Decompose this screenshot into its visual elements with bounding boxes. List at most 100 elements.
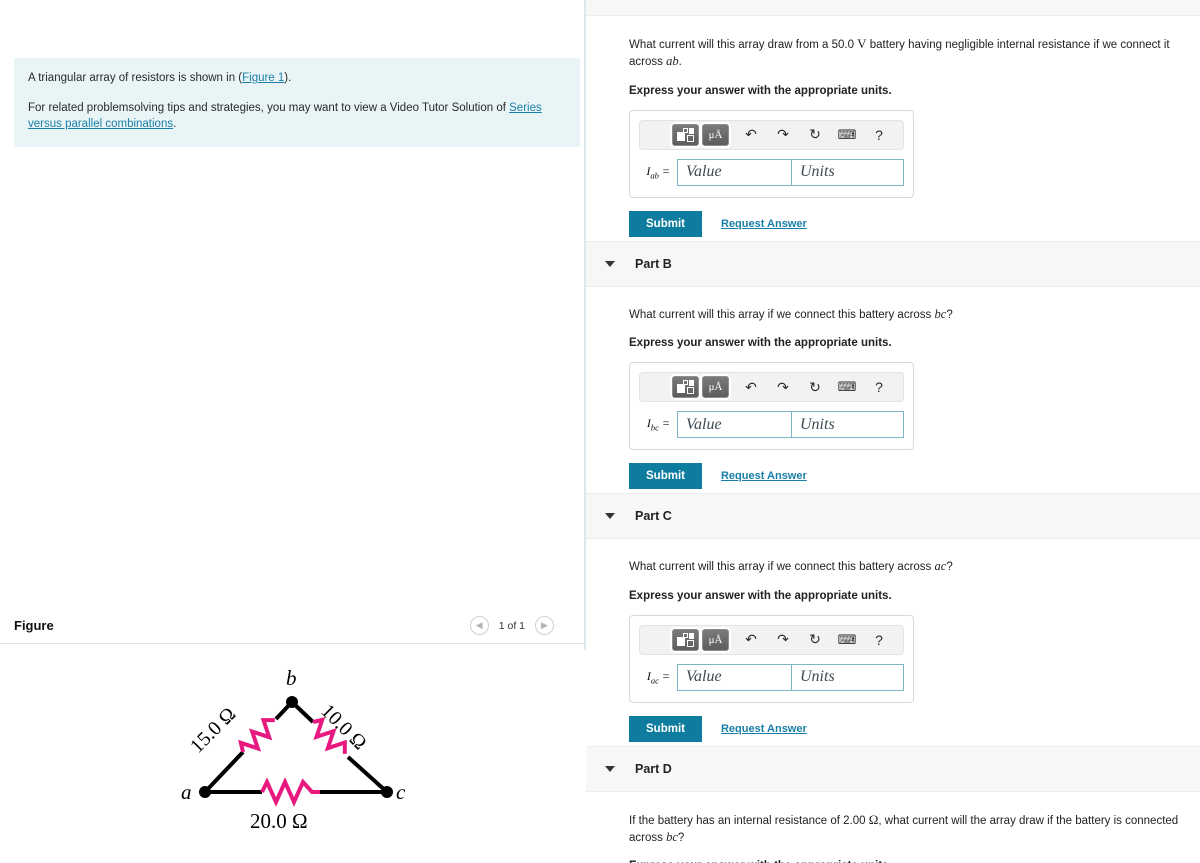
caret-down-icon[interactable]	[605, 765, 615, 772]
answer-box-b: μÅ ↶ ↷ ↻ ⌨? Ibc =	[629, 362, 914, 451]
submit-button-c[interactable]: Submit	[629, 715, 702, 742]
part-question-b: What current will this array if we conne…	[629, 306, 953, 321]
part-question-a: What current will this array draw from a…	[629, 36, 1170, 69]
keyboard-button[interactable]: ⌨	[834, 629, 860, 651]
part-label-c: Part C	[635, 509, 672, 524]
answer-field-row-a: Iab =	[639, 158, 904, 186]
part-question-c: What current will this array if we conne…	[629, 559, 953, 574]
part-actions-b: Submit Request Answer	[629, 463, 1180, 490]
undo-arrow-icon: ↶	[745, 378, 757, 395]
undo-button[interactable]: ↶	[738, 376, 764, 398]
part-header-c[interactable]: Part C	[586, 493, 1200, 540]
help-button[interactable]: ?	[866, 124, 892, 146]
math-template-button[interactable]	[672, 376, 699, 399]
answer-toolbar: μÅ ↶ ↷ ↻ ⌨?	[639, 119, 904, 150]
part-actions-a: Submit Request Answer	[629, 210, 1180, 237]
keyboard-icon: ⌨	[837, 631, 857, 647]
part-header-d[interactable]: Part D	[586, 745, 1200, 792]
reset-button[interactable]: ↻	[802, 376, 828, 398]
tutor-text-pre: For related problemsolving tips and stra…	[28, 101, 510, 114]
resistor-ac	[260, 777, 320, 807]
answer-field-row-c: Iac =	[639, 663, 904, 691]
answer-toolbar: μÅ ↶ ↷ ↻ ⌨?	[639, 624, 904, 655]
figure-pager: ◀ 1 of 1 ▶	[469, 616, 572, 635]
figure-1-link[interactable]: Figure 1	[242, 72, 284, 84]
undo-arrow-icon: ↶	[745, 631, 757, 648]
part-label-b: Part B	[635, 256, 672, 271]
page-root: A triangular array of resistors is shown…	[0, 0, 1200, 863]
keyboard-icon: ⌨	[837, 126, 857, 142]
math-template-button[interactable]	[672, 628, 699, 651]
keyboard-icon: ⌨	[837, 379, 857, 395]
answer-box-a: μÅ ↶ ↷ ↻ ⌨? Iab =	[629, 109, 914, 198]
intro-text-post: ).	[284, 72, 292, 84]
value-input-a[interactable]	[677, 158, 792, 186]
answer-toolbar: μÅ ↶ ↷ ↻ ⌨?	[639, 372, 904, 403]
answer-field-row-b: Ibc =	[639, 411, 904, 439]
value-input-b[interactable]	[677, 411, 792, 439]
request-answer-link-a[interactable]: Request Answer	[721, 218, 807, 230]
caret-down-icon[interactable]	[605, 513, 615, 520]
part-header-a[interactable]	[586, 0, 1200, 16]
part-label-d: Part D	[635, 761, 672, 776]
part-instruction-b: Express your answer with the appropriate…	[629, 337, 892, 350]
units-input-c[interactable]	[792, 663, 904, 691]
intro-line-2: For related problemsolving tips and stra…	[28, 100, 566, 133]
undo-arrow-icon: ↶	[745, 126, 757, 143]
left-panel: A triangular array of resistors is shown…	[0, 0, 586, 863]
right-panel: What current will this array draw from a…	[586, 0, 1200, 863]
redo-button[interactable]: ↷	[770, 376, 796, 398]
request-answer-link-b[interactable]: Request Answer	[721, 470, 807, 482]
request-answer-link-c[interactable]: Request Answer	[721, 723, 807, 735]
wire-resistor-bc-to-c	[346, 755, 389, 794]
math-template-button[interactable]	[672, 123, 699, 146]
part-body-b: What current will this array if we conne…	[586, 287, 1200, 494]
refresh-circle-icon: ↻	[809, 126, 821, 143]
undo-button[interactable]: ↶	[738, 629, 764, 651]
help-button[interactable]: ?	[866, 629, 892, 651]
value-input-c[interactable]	[677, 663, 792, 691]
wire-a-to-resistor-ab	[203, 750, 245, 794]
reset-button[interactable]: ↻	[802, 629, 828, 651]
resistor-label-ab: 15.0 Ω	[186, 703, 240, 757]
redo-arrow-icon: ↷	[777, 378, 789, 395]
submit-button-b[interactable]: Submit	[629, 463, 702, 490]
question-mark-icon: ?	[875, 379, 883, 396]
parts-container: What current will this array draw from a…	[586, 0, 1200, 863]
units-button[interactable]: μÅ	[702, 123, 729, 146]
part-instruction-c: Express your answer with the appropriate…	[629, 589, 892, 602]
redo-arrow-icon: ↷	[777, 126, 789, 143]
figure-prev-button[interactable]: ◀	[469, 616, 489, 635]
refresh-circle-icon: ↻	[809, 631, 821, 648]
node-label-c: c	[396, 780, 406, 804]
intro-text-pre: A triangular array of resistors is shown…	[28, 72, 243, 84]
reset-button[interactable]: ↻	[802, 124, 828, 146]
intro-line-1: A triangular array of resistors is shown…	[28, 70, 566, 87]
units-input-b[interactable]	[792, 411, 904, 439]
node-c-dot	[381, 786, 393, 798]
keyboard-button[interactable]: ⌨	[834, 124, 860, 146]
redo-button[interactable]: ↷	[770, 124, 796, 146]
tutor-text-post: .	[173, 118, 177, 131]
units-button[interactable]: μÅ	[702, 376, 729, 399]
answer-field-label-a: Iab =	[646, 163, 670, 181]
grid-template-icon	[677, 127, 694, 142]
figure-canvas: a b c 15.0 Ω 10.0 Ω 20.0 Ω	[0, 650, 586, 863]
part-header-b[interactable]: Part B	[586, 240, 1200, 287]
question-mark-icon: ?	[875, 631, 883, 648]
grid-template-icon	[677, 380, 694, 395]
part-actions-c: Submit Request Answer	[629, 715, 1180, 742]
part-body-d: If the battery has an internal resistanc…	[586, 792, 1200, 863]
part-question-d: If the battery has an internal resistanc…	[629, 811, 1179, 844]
undo-button[interactable]: ↶	[738, 124, 764, 146]
caret-down-icon[interactable]	[605, 260, 615, 267]
redo-button[interactable]: ↷	[770, 629, 796, 651]
figure-next-button[interactable]: ▶	[535, 616, 554, 635]
keyboard-button[interactable]: ⌨	[834, 376, 860, 398]
submit-button-a[interactable]: Submit	[629, 210, 702, 237]
units-input-a[interactable]	[792, 158, 904, 186]
grid-template-icon	[677, 632, 694, 647]
units-button[interactable]: μÅ	[702, 628, 729, 651]
micro-angstrom-icon: μÅ	[708, 128, 723, 141]
help-button[interactable]: ?	[866, 376, 892, 398]
